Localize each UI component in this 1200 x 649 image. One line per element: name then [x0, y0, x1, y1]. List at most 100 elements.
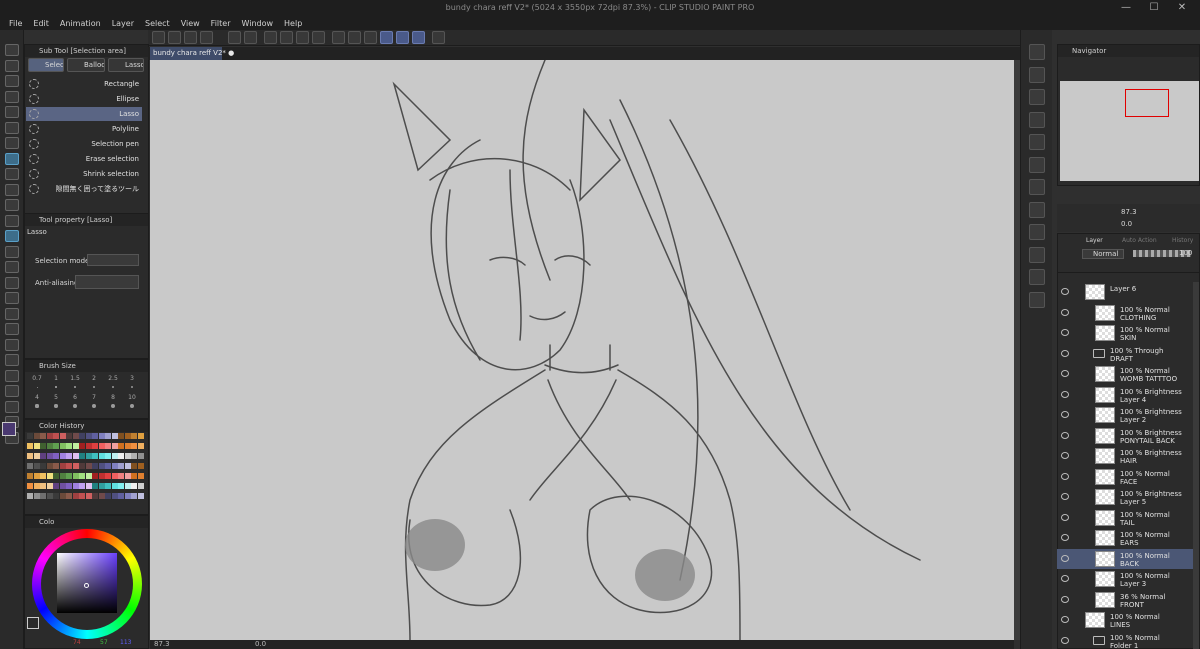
tool-icon[interactable] — [5, 276, 19, 289]
color-history-swatch[interactable] — [59, 483, 66, 489]
color-history-swatch[interactable] — [46, 483, 53, 489]
color-history-swatch[interactable] — [98, 443, 105, 449]
color-history-swatch[interactable] — [40, 443, 46, 449]
color-history-swatch[interactable] — [131, 493, 137, 499]
eye-icon[interactable] — [1061, 431, 1069, 439]
maximize-button[interactable]: ☐ — [1140, 0, 1168, 16]
color-history-swatch[interactable] — [111, 493, 118, 499]
color-history-swatch[interactable] — [111, 483, 118, 489]
color-history-swatch[interactable] — [105, 483, 111, 489]
color-history-swatch[interactable] — [33, 443, 40, 449]
color-history-swatch[interactable] — [85, 493, 92, 499]
command-icon[interactable] — [1029, 246, 1045, 263]
color-history-swatch[interactable] — [72, 433, 79, 439]
eye-icon[interactable] — [1061, 595, 1069, 603]
tool-icon[interactable] — [5, 385, 19, 397]
color-history-swatch[interactable] — [59, 433, 66, 439]
eye-icon[interactable] — [1061, 411, 1069, 418]
color-history-swatch[interactable] — [40, 463, 46, 469]
color-history-swatch[interactable] — [40, 473, 46, 479]
color-history-swatch[interactable] — [40, 483, 46, 489]
color-history-swatch[interactable] — [105, 433, 111, 439]
color-history-swatch[interactable] — [124, 433, 131, 439]
navigator-preview[interactable] — [1060, 81, 1199, 181]
color-history-swatch[interactable] — [40, 493, 46, 499]
subtool-item[interactable]: Ellipse — [26, 92, 142, 106]
color-history-swatch[interactable] — [137, 473, 144, 479]
eye-icon[interactable] — [1061, 493, 1069, 500]
color-history-swatch[interactable] — [131, 433, 137, 439]
color-history-swatch[interactable] — [131, 473, 137, 479]
eye-icon[interactable] — [1061, 370, 1069, 377]
color-history-swatch[interactable] — [124, 483, 131, 489]
subtool-item[interactable]: 隙間無く囲って塗るツール — [26, 182, 142, 196]
color-history-swatch[interactable] — [72, 443, 79, 449]
color-history-swatch[interactable] — [33, 473, 40, 479]
layer-row[interactable]: Layer 6 — [1057, 282, 1193, 302]
brush-size-cell[interactable]: 4 — [28, 394, 46, 412]
vector-icon[interactable] — [396, 31, 409, 44]
close-window-button[interactable]: ✕ — [1168, 0, 1196, 16]
color-history-swatch[interactable] — [40, 433, 46, 439]
navigator-viewport[interactable] — [1125, 89, 1169, 117]
color-history-swatch[interactable] — [98, 483, 105, 489]
color-history-swatch[interactable] — [27, 463, 33, 469]
color-history-swatch[interactable] — [137, 463, 144, 469]
color-history-swatch[interactable] — [27, 483, 33, 489]
tool-icon[interactable] — [5, 183, 19, 196]
command-icon[interactable] — [1029, 156, 1045, 173]
command-icon[interactable] — [1029, 179, 1045, 195]
layer-row[interactable]: 100 % Brightness Layer 2 — [1057, 405, 1193, 425]
eye-icon[interactable] — [1061, 575, 1069, 582]
minimize-button[interactable]: — — [1112, 0, 1140, 16]
layer-row[interactable]: 100 % Brightness Layer 5 — [1057, 487, 1193, 507]
color-history-swatch[interactable] — [85, 453, 92, 459]
color-history-swatch[interactable] — [66, 483, 72, 489]
stabilize-icon[interactable] — [380, 31, 393, 44]
eye-icon[interactable] — [1061, 288, 1069, 295]
subtool-item[interactable]: Polyline — [26, 122, 142, 136]
color-history-swatch[interactable] — [72, 453, 79, 459]
new-icon[interactable] — [168, 31, 181, 44]
fill-icon[interactable] — [296, 31, 309, 44]
command-icon[interactable] — [1029, 134, 1045, 150]
color-history-swatch[interactable] — [85, 443, 92, 449]
color-history-swatch[interactable] — [72, 483, 79, 489]
color-history-swatch[interactable] — [137, 453, 144, 459]
drawing-canvas[interactable] — [150, 60, 1014, 640]
color-history-swatch[interactable] — [124, 463, 131, 469]
brush-size-cell[interactable]: 0.7 — [28, 375, 46, 393]
clear-selection-icon[interactable] — [264, 31, 277, 44]
color-history-swatch[interactable] — [79, 463, 85, 469]
color-history-swatch[interactable] — [118, 433, 124, 439]
brush-size-cell[interactable]: 3 — [123, 375, 141, 393]
color-history-swatch[interactable] — [111, 463, 118, 469]
layer-row[interactable]: 100 % Normal SKIN — [1057, 323, 1193, 343]
brush-size-cell[interactable]: 7 — [85, 394, 103, 412]
color-history-swatch[interactable] — [72, 463, 79, 469]
eye-icon[interactable] — [1061, 452, 1069, 459]
stroke-icon[interactable] — [412, 31, 425, 44]
color-history-swatch[interactable] — [33, 483, 40, 489]
layer-row[interactable]: 100 % Normal Layer 3 — [1057, 569, 1193, 589]
color-history-swatch[interactable] — [40, 453, 46, 459]
menu-window[interactable]: Window — [241, 19, 273, 28]
color-history-swatch[interactable] — [105, 453, 111, 459]
color-history-swatch[interactable] — [98, 493, 105, 499]
color-history-swatch[interactable] — [137, 493, 144, 499]
color-history-swatch[interactable] — [46, 473, 53, 479]
color-history-swatch[interactable] — [92, 463, 98, 469]
color-history-swatch[interactable] — [79, 443, 85, 449]
tool-icon[interactable] — [5, 307, 19, 320]
subtool-item[interactable]: Lasso — [26, 107, 142, 121]
color-history-swatch[interactable] — [131, 453, 137, 459]
color-history-swatch[interactable] — [92, 433, 98, 439]
color-history-swatch[interactable] — [59, 473, 66, 479]
menu-view[interactable]: View — [181, 19, 200, 28]
color-history-swatch[interactable] — [79, 493, 85, 499]
menu-filter[interactable]: Filter — [211, 19, 231, 28]
grid-icon[interactable] — [364, 31, 377, 44]
color-history-swatch[interactable] — [124, 453, 131, 459]
color-history-swatch[interactable] — [27, 433, 33, 439]
tool-icon[interactable] — [5, 354, 19, 366]
